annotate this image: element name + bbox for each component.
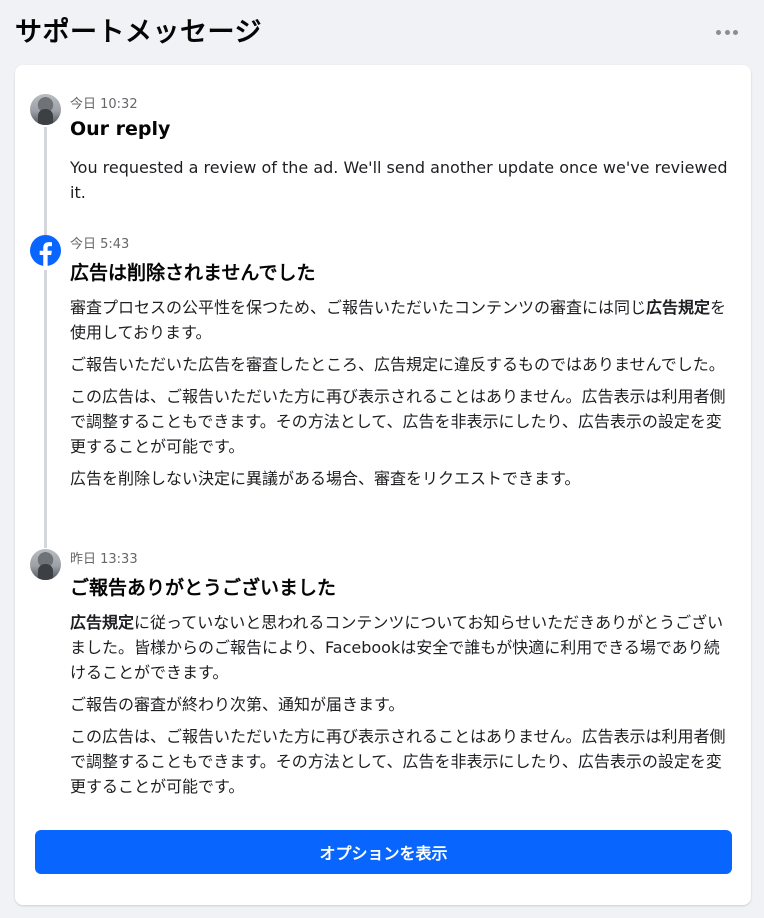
facebook-logo-icon — [30, 235, 61, 266]
message-timestamp: 今日 5:43 — [70, 237, 130, 252]
message-title: 広告は削除されませんでした — [70, 262, 316, 284]
user-avatar — [30, 549, 61, 580]
user-avatar — [30, 94, 61, 125]
paragraph-text: に従っていないと思われるコンテンツについてお知らせいただきありがとうございました… — [70, 613, 724, 682]
message-body: You requested a review of the ad. We'll … — [70, 155, 735, 212]
paragraph-text: 審査プロセスの公平性を保つため、ご報告いただいたコンテンツの審査には同じ — [70, 298, 647, 317]
more-horizontal-icon-dot — [724, 29, 730, 35]
message-paragraph: You requested a review of the ad. We'll … — [70, 158, 728, 202]
message-title: ご報告ありがとうございました — [70, 577, 337, 599]
ad-policy-link[interactable]: 広告規定 — [70, 613, 134, 632]
message-title: Our reply — [70, 118, 171, 140]
message-timestamp: 今日 10:32 — [70, 97, 138, 112]
page-title: サポートメッセージ — [15, 17, 262, 48]
message-paragraph: 審査プロセスの公平性を保つため、ご報告いただいたコンテンツの審査には同じ広告規定… — [70, 295, 735, 345]
show-options-button[interactable]: オプションを表示 — [35, 830, 732, 874]
message-timestamp: 昨日 13:33 — [70, 552, 138, 567]
message-paragraph: 広告規定に従っていないと思われるコンテンツについてお知らせいただきありがとうござ… — [70, 610, 735, 685]
timeline-connector — [44, 270, 47, 548]
message-paragraph: この広告は、ご報告いただいた方に再び表示されることはありません。広告表示は利用者… — [70, 387, 726, 456]
more-options-button[interactable] — [716, 22, 738, 42]
message-paragraph: この広告は、ご報告いただいた方に再び表示されることはありません。広告表示は利用者… — [70, 727, 726, 796]
message-paragraph: ご報告の審査が終わり次第、通知が届きます。 — [70, 695, 405, 714]
message-paragraph: 広告を削除しない決定に異議がある場合、審査をリクエストできます。 — [70, 469, 581, 488]
page-header: サポートメッセージ — [0, 0, 764, 62]
message-body: 審査プロセスの公平性を保つため、ご報告いただいたコンテンツの審査には同じ広告規定… — [70, 295, 735, 498]
message-body: 広告規定に従っていないと思われるコンテンツについてお知らせいただきありがとうござ… — [70, 610, 735, 806]
ad-policy-link[interactable]: 広告規定 — [646, 298, 710, 317]
more-horizontal-icon — [716, 29, 721, 35]
support-message-thread: 今日 10:32 Our reply You requested a revie… — [15, 65, 751, 905]
timeline-connector — [44, 127, 47, 237]
message-paragraph: ご報告いただいた広告を審査したところ、広告規定に違反するものではありませんでした… — [70, 355, 725, 374]
more-horizontal-icon-dot — [733, 29, 738, 35]
